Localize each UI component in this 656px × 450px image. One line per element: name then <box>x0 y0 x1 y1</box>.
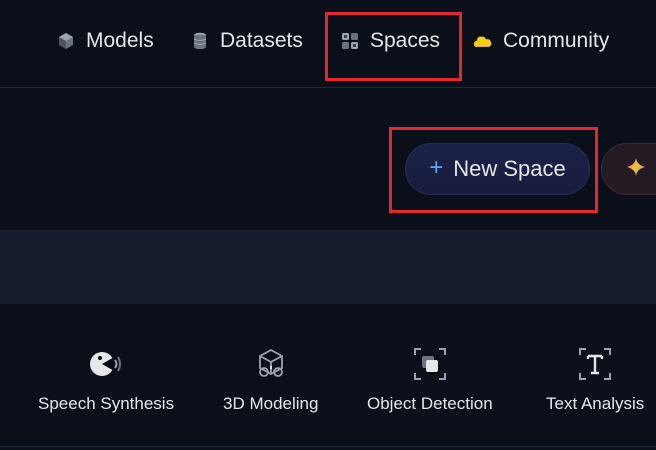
category-object-detection[interactable]: Object Detection <box>367 344 493 414</box>
nav-spaces-label: Spaces <box>370 29 441 52</box>
cloud-icon <box>473 31 493 51</box>
cube-icon <box>56 31 76 51</box>
search-band <box>0 230 656 304</box>
category-text-analysis[interactable]: Text Analysis <box>546 344 644 414</box>
nav-spaces[interactable]: Spaces <box>340 26 440 56</box>
new-space-label: New Space <box>453 156 566 181</box>
new-space-button[interactable]: + New Space <box>405 143 590 195</box>
nav-models-label: Models <box>86 29 154 52</box>
ai-space-button[interactable] <box>601 143 656 195</box>
sparkle-icon <box>626 157 646 182</box>
nav-models[interactable]: Models <box>56 26 154 56</box>
database-icon <box>190 31 210 51</box>
nav-datasets-label: Datasets <box>220 29 303 52</box>
category-3d-modeling[interactable]: 3D Modeling <box>223 344 318 414</box>
category-label: Object Detection <box>367 394 493 413</box>
category-label: Text Analysis <box>546 394 645 413</box>
object-detection-icon <box>410 344 450 384</box>
nav-community[interactable]: Community <box>473 26 609 56</box>
category-label: 3D Modeling <box>223 394 319 413</box>
speech-icon <box>86 344 126 384</box>
text-analysis-icon <box>575 344 615 384</box>
divider <box>0 446 656 447</box>
cube-3d-icon <box>251 344 291 384</box>
plus-icon: + <box>429 154 444 181</box>
grid-icon <box>340 31 360 51</box>
nav-datasets[interactable]: Datasets <box>190 26 303 56</box>
category-label: Speech Synthesis <box>38 394 175 413</box>
category-speech-synthesis[interactable]: Speech Synthesis <box>38 344 174 414</box>
nav-community-label: Community <box>503 29 610 52</box>
